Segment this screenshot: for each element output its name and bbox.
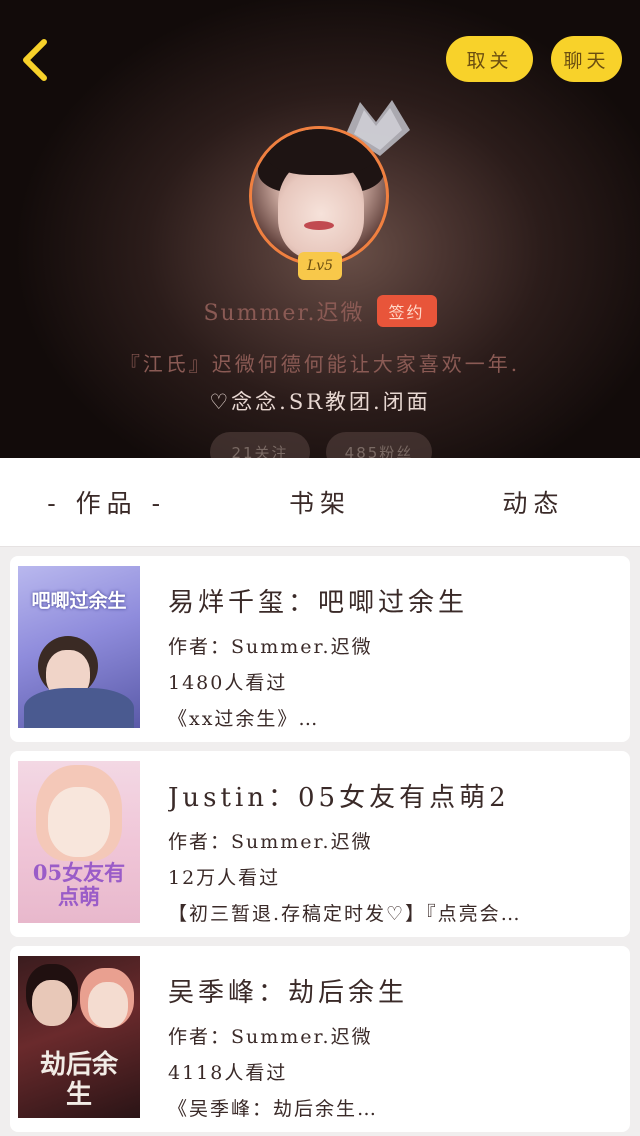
- bio-line-1: 『江氏』迟微何德何能让大家喜欢一年.: [119, 352, 521, 376]
- profile-header: 取关 聊天 Lv5 Summer.迟微 签约 『江氏』迟微何德何能让大家喜欢一年…: [0, 0, 640, 458]
- work-description: 《吴季峰：劫后余生…: [168, 1098, 379, 1120]
- work-title: 易烊千玺：吧唧过余生: [168, 588, 469, 618]
- book-cover: 劫后余生: [18, 956, 140, 1118]
- tab-works[interactable]: - 作品 -: [0, 458, 213, 546]
- work-title: Justin：05女友有点萌2: [168, 783, 510, 813]
- profile-tabs: - 作品 - 书架 动态: [0, 458, 640, 547]
- cover-title: 05女友有点萌: [32, 860, 126, 909]
- level-badge: Lv5: [298, 252, 342, 280]
- back-button[interactable]: [12, 36, 60, 84]
- work-author: 作者：Summer.迟微: [168, 1026, 373, 1048]
- bio-line-2: ♡念念.SR教团.闭面: [209, 390, 431, 414]
- cover-title: 劫后余生: [39, 1050, 118, 1110]
- followers-count[interactable]: 485粉丝: [326, 432, 432, 458]
- book-cover: 05女友有点萌: [18, 761, 140, 923]
- work-author: 作者：Summer.迟微: [168, 831, 373, 853]
- avatar[interactable]: [249, 126, 389, 266]
- signed-badge: 签约: [376, 295, 437, 327]
- chat-button[interactable]: 聊天: [551, 36, 622, 82]
- work-card[interactable]: 劫后余生 吴季峰：劫后余生 作者：Summer.迟微 4118人看过 《吴季峰：…: [10, 946, 630, 1132]
- username: Summer.迟微: [203, 301, 365, 326]
- following-count[interactable]: 21关注: [210, 432, 310, 458]
- work-title: 吴季峰：劫后余生: [168, 978, 409, 1008]
- cover-title: 吧唧过余生: [31, 590, 127, 612]
- tab-bookshelf[interactable]: 书架: [213, 458, 426, 546]
- tab-activity[interactable]: 动态: [427, 458, 640, 546]
- book-cover: 吧唧过余生: [18, 566, 140, 728]
- work-card[interactable]: 吧唧过余生 易烊千玺：吧唧过余生 作者：Summer.迟微 1480人看过 《x…: [10, 556, 630, 742]
- chevron-left-icon: [23, 39, 47, 81]
- unfollow-button[interactable]: 取关: [446, 36, 533, 82]
- work-views: 4118人看过: [168, 1062, 288, 1084]
- name-row: Summer.迟微 签约: [0, 294, 640, 328]
- work-author: 作者：Summer.迟微: [168, 636, 373, 658]
- work-views: 12万人看过: [168, 867, 281, 889]
- work-description: 【初三暂退.存稿定时发♡】『点亮会…: [168, 903, 522, 925]
- work-description: 《xx过余生》…: [168, 708, 320, 730]
- work-card[interactable]: 05女友有点萌 Justin：05女友有点萌2 作者：Summer.迟微 12万…: [10, 751, 630, 937]
- work-views: 1480人看过: [168, 672, 288, 694]
